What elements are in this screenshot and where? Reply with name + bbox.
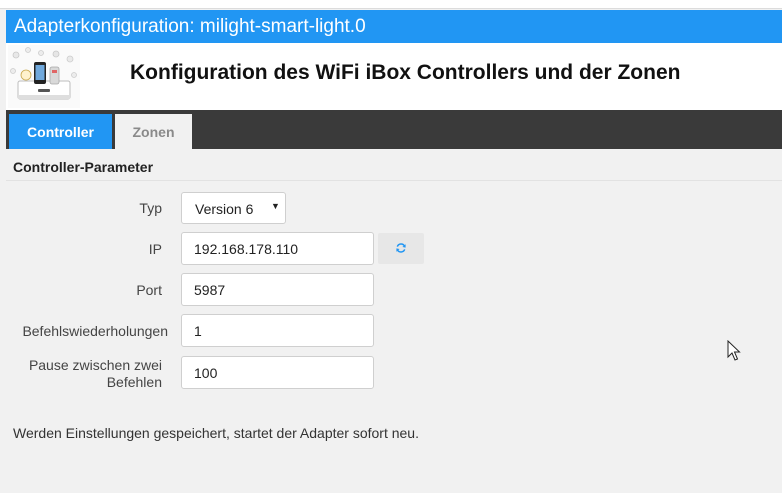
typ-label: Typ: [139, 200, 162, 216]
window-top-strip: [0, 0, 782, 9]
port-input[interactable]: [181, 273, 374, 306]
tab-zonen[interactable]: Zonen: [115, 114, 192, 149]
pause-input[interactable]: [181, 356, 374, 389]
section-title: Controller-Parameter: [13, 159, 154, 175]
pause-label: Pause zwischen zwei Befehlen: [29, 357, 162, 391]
ip-label: IP: [148, 241, 162, 257]
port-label: Port: [136, 282, 162, 298]
mouse-cursor-icon: [727, 340, 741, 361]
window-title: Adapterkonfiguration: milight-smart-ligh…: [14, 16, 366, 37]
config-header: Konfiguration des WiFi iBox Controllers …: [6, 43, 782, 110]
typ-select[interactable]: Version 6 ▼: [181, 192, 286, 224]
ip-input[interactable]: [181, 232, 374, 265]
tab-controller[interactable]: Controller: [9, 114, 112, 149]
restart-note: Werden Einstellungen gespeichert, starte…: [13, 425, 419, 441]
tab-bar: Controller Zonen: [6, 110, 782, 149]
refresh-ip-button[interactable]: [378, 233, 424, 264]
refresh-icon: [396, 243, 406, 253]
page-title: Konfiguration des WiFi iBox Controllers …: [130, 61, 681, 84]
wifi-ibox-controller-image: [8, 45, 80, 108]
repeats-input[interactable]: [181, 314, 374, 347]
repeats-label: Befehlswiederholungen: [22, 323, 168, 339]
pause-label-line1: Pause zwischen zwei: [28, 357, 162, 373]
pause-label-line2: Befehlen: [106, 374, 162, 390]
typ-select-value: Version 6: [195, 201, 254, 217]
chevron-down-icon: ▼: [271, 201, 280, 211]
window-titlebar: Adapterkonfiguration: milight-smart-ligh…: [6, 10, 782, 43]
section-divider: [6, 180, 782, 181]
